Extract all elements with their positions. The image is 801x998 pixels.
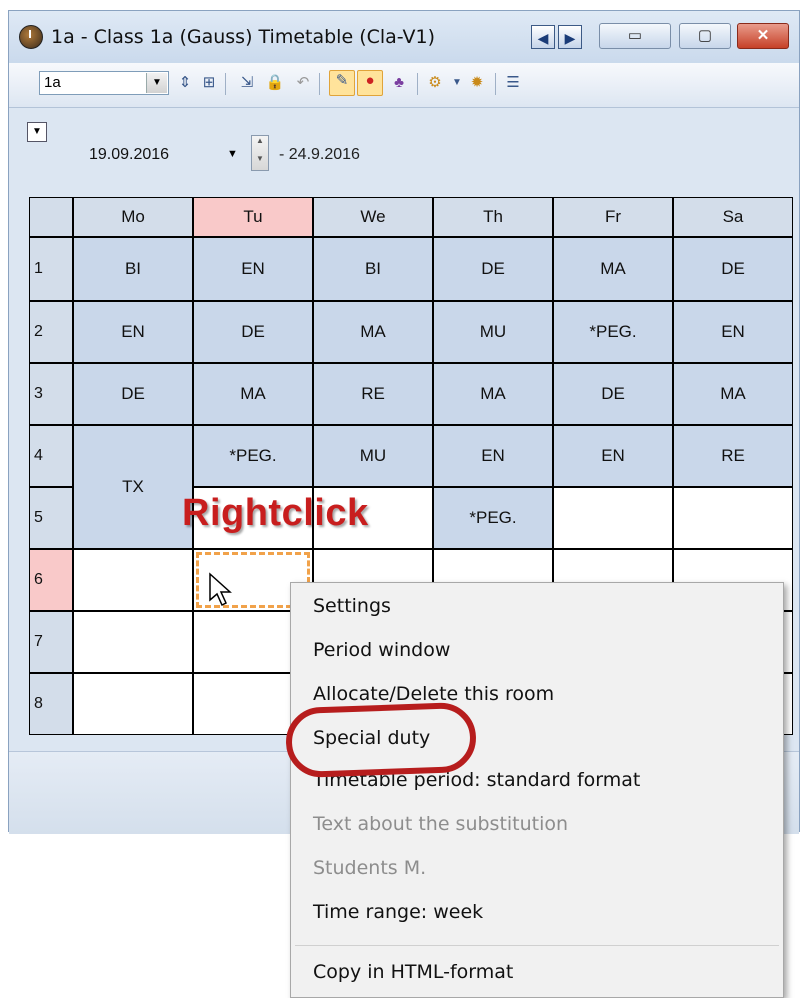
lesson-cell[interactable]: EN — [193, 237, 313, 301]
lesson-cell[interactable]: DE — [553, 363, 673, 425]
lesson-cell[interactable]: *PEG. — [553, 301, 673, 363]
grid-icon[interactable]: ⊞ — [199, 73, 219, 93]
period-number[interactable]: 8 — [29, 673, 73, 735]
window-title: 1a - Class 1a (Gauss) Timetable (Cla-V1) — [51, 26, 436, 48]
spin-icon[interactable]: ⇕ — [175, 73, 195, 93]
highlight-ring — [284, 701, 478, 779]
lesson-cell[interactable]: RE — [673, 425, 793, 487]
lesson-cell[interactable]: EN — [433, 425, 553, 487]
undo-icon[interactable]: ↶ — [293, 73, 313, 93]
period-number[interactable]: 3 — [29, 363, 73, 425]
menu-item-period-window[interactable]: Period window — [313, 639, 450, 661]
end-date: - 24.9.2016 — [279, 146, 360, 163]
lesson-cell[interactable]: MA — [193, 363, 313, 425]
menu-item-allocate-delete-this-room[interactable]: Allocate/Delete this room — [313, 683, 554, 705]
menu-item-settings[interactable]: Settings — [313, 595, 391, 617]
lesson-cell[interactable]: BI — [73, 237, 193, 301]
rightclick-annotation: Rightclick — [182, 492, 369, 534]
settings-page-icon[interactable]: ⚙ — [425, 73, 445, 93]
lesson-cell[interactable]: EN — [73, 301, 193, 363]
import-icon[interactable]: ⇲ — [237, 73, 257, 93]
lesson-cell[interactable]: EN — [553, 425, 673, 487]
menu-separator — [295, 945, 779, 946]
lesson-cell[interactable]: DE — [73, 363, 193, 425]
lesson-cell[interactable]: MA — [673, 363, 793, 425]
day-header[interactable]: We — [313, 197, 433, 237]
lesson-cell[interactable]: DE — [433, 237, 553, 301]
day-header[interactable]: Fr — [553, 197, 673, 237]
chevron-down-icon[interactable]: ▼ — [447, 73, 467, 93]
lesson-cell[interactable] — [73, 611, 193, 673]
menu-item-time-range-week[interactable]: Time range: week — [313, 901, 483, 923]
previous-arrow-icon[interactable]: ◀ — [531, 25, 555, 49]
lesson-cell[interactable]: MA — [553, 237, 673, 301]
day-header[interactable]: Tu — [193, 197, 313, 237]
toolbar-separator — [417, 73, 418, 95]
lesson-cell[interactable]: MU — [433, 301, 553, 363]
toolbar-separator — [319, 73, 320, 95]
toolbar: 1a ▼ ⇕ ⊞ ⇲ 🔒 ↶ ✎ ● ♣ ⚙ ▼ ✹ ☰ — [9, 63, 799, 108]
lesson-cell[interactable] — [73, 549, 193, 611]
close-button[interactable]: ✕ — [737, 23, 789, 49]
period-number[interactable]: 7 — [29, 611, 73, 673]
lesson-cell[interactable]: TX — [73, 425, 193, 549]
palette-icon[interactable]: ✎ — [329, 70, 355, 96]
lesson-cell[interactable]: MA — [433, 363, 553, 425]
lesson-cell[interactable] — [553, 487, 673, 549]
chevron-down-icon[interactable]: ▼ — [227, 148, 238, 160]
day-header[interactable]: Mo — [73, 197, 193, 237]
grid-corner — [29, 197, 73, 237]
menu-item-students-m: Students M. — [313, 857, 427, 879]
lesson-cell[interactable] — [673, 487, 793, 549]
period-number[interactable]: 1 — [29, 237, 73, 301]
menu-item-copy-in-html-format[interactable]: Copy in HTML-format — [313, 961, 513, 983]
chevron-down-icon[interactable]: ▼ — [27, 122, 47, 142]
lesson-cell[interactable]: MU — [313, 425, 433, 487]
class-selector[interactable]: 1a ▼ — [39, 71, 169, 95]
next-arrow-icon[interactable]: ▶ — [558, 25, 582, 49]
toolbar-separator — [495, 73, 496, 95]
lesson-cell[interactable] — [73, 673, 193, 735]
date-spinner[interactable]: ▲ ▼ — [251, 135, 269, 171]
lesson-cell[interactable]: *PEG. — [193, 425, 313, 487]
day-header[interactable]: Th — [433, 197, 553, 237]
lesson-cell[interactable]: RE — [313, 363, 433, 425]
context-menu: Settings Period window Allocate/Delete thi… — [290, 582, 784, 998]
period-number[interactable]: 6 — [29, 549, 73, 611]
lesson-cell[interactable]: *PEG. — [433, 487, 553, 549]
lesson-cell[interactable]: BI — [313, 237, 433, 301]
pin-icon[interactable]: ● — [357, 70, 383, 96]
chevron-down-icon[interactable]: ▼ — [146, 73, 167, 93]
lesson-cell[interactable]: EN — [673, 301, 793, 363]
period-number[interactable]: 5 — [29, 487, 73, 549]
mouse-cursor-icon — [209, 572, 232, 607]
menu-item-text-about-the-substitution: Text about the substitution — [313, 813, 569, 835]
people-icon[interactable]: ♣ — [389, 73, 409, 93]
period-number[interactable]: 2 — [29, 301, 73, 363]
minimize-button[interactable]: ▭ — [599, 23, 671, 49]
clock-icon — [19, 25, 43, 49]
maximize-button[interactable]: ▢ — [679, 23, 731, 49]
gear-icon[interactable]: ✹ — [467, 73, 487, 93]
date-bar: ▼ 19.09.2016 ▼ ▲ ▼ - 24.9.2016 — [9, 108, 799, 188]
period-number[interactable]: 4 — [29, 425, 73, 487]
lesson-cell[interactable]: DE — [673, 237, 793, 301]
start-date[interactable]: 19.09.2016 — [89, 146, 169, 164]
title-bar: 1a - Class 1a (Gauss) Timetable (Cla-V1)… — [9, 11, 799, 65]
toolbar-separator — [225, 73, 226, 95]
list-menu-icon[interactable]: ☰ — [503, 73, 523, 93]
lesson-cell[interactable]: MA — [313, 301, 433, 363]
class-selector-value: 1a — [44, 74, 61, 91]
day-header[interactable]: Sa — [673, 197, 793, 237]
lock-icon[interactable]: 🔒 — [265, 73, 285, 93]
lesson-cell[interactable]: DE — [193, 301, 313, 363]
